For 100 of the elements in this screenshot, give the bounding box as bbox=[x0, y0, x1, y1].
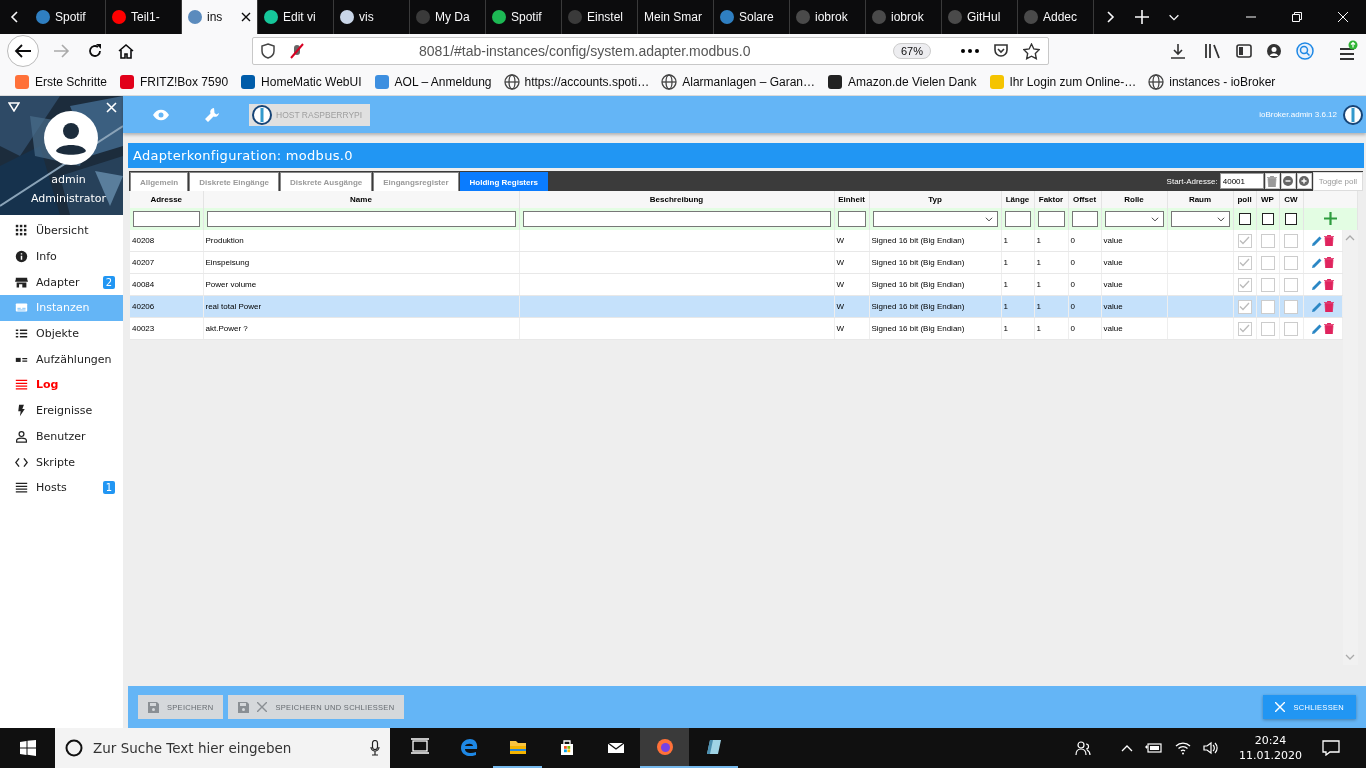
home-icon[interactable] bbox=[118, 43, 134, 59]
chevron-left-icon[interactable] bbox=[9, 10, 21, 24]
filter-dropdown[interactable] bbox=[872, 211, 998, 227]
windows-icon[interactable] bbox=[19, 740, 36, 756]
bookmark-link[interactable]: Alarmanlagen – Garan… bbox=[661, 73, 815, 90]
checkbox[interactable] bbox=[1284, 255, 1298, 270]
filter-field[interactable] bbox=[1037, 211, 1065, 227]
zoom-badge[interactable]: 67% bbox=[892, 43, 931, 59]
nav-item[interactable]: Objekte bbox=[0, 320, 123, 347]
checkbox[interactable] bbox=[1260, 277, 1275, 292]
delete-button[interactable] bbox=[1322, 301, 1335, 312]
download-icon[interactable] bbox=[1170, 43, 1186, 59]
microphone-icon[interactable] bbox=[370, 740, 380, 756]
checkbox[interactable] bbox=[1237, 255, 1252, 270]
plus-icon[interactable] bbox=[1135, 10, 1149, 24]
menu-icon[interactable] bbox=[1338, 40, 1358, 62]
blocked-icon[interactable] bbox=[289, 43, 305, 59]
table-row[interactable]: 40023 akt.Power ? W Signed 16 bit (Big Endian) 1 1 0 value bbox=[130, 317, 1342, 340]
bookmark-link[interactable]: https://accounts.spoti… bbox=[503, 73, 650, 90]
edit-button[interactable] bbox=[1310, 257, 1323, 268]
nav-item[interactable]: Ereignisse bbox=[0, 397, 123, 424]
checkbox[interactable] bbox=[1260, 233, 1275, 248]
people-icon[interactable] bbox=[1075, 740, 1091, 756]
delete-button[interactable] bbox=[1322, 279, 1335, 290]
account-icon[interactable] bbox=[1266, 43, 1282, 59]
nav-item[interactable]: Skripte bbox=[0, 449, 123, 475]
nav-item[interactable]: Aufzählungen bbox=[0, 346, 123, 373]
filter-dropdown[interactable] bbox=[1104, 211, 1164, 227]
checkbox[interactable] bbox=[1260, 299, 1275, 314]
reload-icon[interactable] bbox=[87, 43, 103, 59]
edit-button[interactable] bbox=[1310, 323, 1323, 334]
library-icon[interactable] bbox=[1204, 43, 1222, 59]
close-icon[interactable] bbox=[241, 12, 251, 22]
checkbox[interactable] bbox=[1284, 321, 1298, 336]
clear-button[interactable] bbox=[1264, 173, 1280, 189]
filter-field[interactable] bbox=[206, 211, 516, 227]
minus-button[interactable] bbox=[1280, 173, 1296, 189]
battery-icon[interactable] bbox=[1145, 742, 1163, 754]
bookmark-link[interactable]: Ihr Login zum Online-… bbox=[988, 73, 1137, 90]
delete-button[interactable] bbox=[1322, 323, 1335, 334]
filter-field[interactable] bbox=[133, 211, 200, 227]
bookmark-link[interactable]: AOL – Anmeldung bbox=[373, 73, 492, 90]
filter-field[interactable] bbox=[837, 211, 866, 227]
filter-checkbox[interactable] bbox=[1238, 213, 1251, 225]
bookmark-link[interactable]: Erste Schritte bbox=[14, 73, 108, 90]
plus-button[interactable] bbox=[1296, 173, 1312, 189]
checkbox[interactable] bbox=[1284, 233, 1298, 248]
search-box[interactable]: Zur Suche Text hier eingeben bbox=[55, 728, 390, 768]
checkbox[interactable] bbox=[1237, 321, 1252, 336]
filter-field[interactable] bbox=[1004, 211, 1031, 227]
delete-button[interactable] bbox=[1322, 257, 1335, 268]
table-row[interactable]: 40207 Einspeisung W Signed 16 bit (Big Endian) 1 1 0 value bbox=[130, 251, 1342, 274]
nav-item[interactable]: Hosts 1 bbox=[0, 474, 123, 501]
sidebar-icon[interactable] bbox=[1236, 43, 1252, 59]
chevron-right-icon[interactable] bbox=[1104, 10, 1116, 24]
filter-dropdown[interactable] bbox=[1170, 211, 1230, 227]
search-field[interactable]: Zur Suche Text hier eingeben bbox=[91, 739, 362, 757]
triangle-icon[interactable] bbox=[8, 102, 20, 112]
bookmark-link[interactable]: Amazon.de Vielen Dank bbox=[827, 73, 977, 90]
filter-checkbox[interactable] bbox=[1285, 213, 1297, 225]
filter-field[interactable] bbox=[522, 211, 831, 227]
table-row[interactable]: 40084 Power volume W Signed 16 bit (Big Endian) 1 1 0 value bbox=[130, 273, 1342, 296]
checkbox[interactable] bbox=[1237, 299, 1252, 314]
restore-icon[interactable] bbox=[1292, 12, 1302, 22]
nav-item[interactable]: Übersicht bbox=[0, 218, 123, 244]
browser-tab[interactable]: ins bbox=[182, 0, 258, 34]
pocket-icon[interactable] bbox=[993, 43, 1009, 59]
shield-icon[interactable] bbox=[261, 43, 275, 59]
bookmark-link[interactable]: HomeMatic WebUI bbox=[240, 73, 362, 90]
edit-button[interactable] bbox=[1310, 235, 1323, 246]
filter-checkbox[interactable] bbox=[1261, 213, 1274, 225]
tab[interactable]: Holding Registers bbox=[459, 172, 549, 191]
checkbox[interactable] bbox=[1260, 321, 1275, 336]
start-address-field[interactable]: 40001 bbox=[1219, 173, 1264, 189]
wifi-icon[interactable] bbox=[1175, 741, 1191, 755]
checkbox[interactable] bbox=[1237, 233, 1252, 248]
table-row[interactable]: 40208 Produktion W Signed 16 bit (Big Endian) 1 1 0 value bbox=[130, 230, 1342, 252]
edit-button[interactable] bbox=[1310, 301, 1323, 312]
nav-item[interactable]: Log bbox=[0, 372, 123, 398]
clock[interactable]: 20:24 11.01.2020 bbox=[1239, 733, 1302, 763]
notification-icon[interactable] bbox=[1322, 740, 1340, 756]
checkbox[interactable] bbox=[1237, 277, 1252, 292]
nav-item[interactable]: Benutzer bbox=[0, 423, 123, 450]
more-icon[interactable] bbox=[961, 49, 979, 53]
nav-item[interactable]: Info bbox=[0, 243, 123, 270]
star-icon[interactable] bbox=[1023, 42, 1040, 60]
back-icon[interactable] bbox=[6, 34, 40, 68]
delete-button[interactable] bbox=[1322, 235, 1335, 246]
filter-field[interactable] bbox=[1071, 211, 1098, 227]
bookmark-link[interactable]: instances - ioBroker bbox=[1148, 73, 1276, 90]
address-bar[interactable]: 8081/#tab-instances/config/system.adapter.modbus.0 67% bbox=[252, 37, 1049, 65]
bookmark-link[interactable]: FRITZ!Box 7590 bbox=[119, 73, 229, 90]
edit-button[interactable] bbox=[1310, 279, 1323, 290]
add-button[interactable] bbox=[1323, 211, 1337, 225]
table-row[interactable]: 40206 real total Power W Signed 16 bit (Big Endian) 1 1 0 value bbox=[130, 295, 1342, 318]
extension-icon[interactable] bbox=[1296, 42, 1314, 60]
nav-item[interactable]: Adapter 2 bbox=[0, 269, 123, 296]
checkbox[interactable] bbox=[1284, 299, 1298, 314]
checkbox[interactable] bbox=[1260, 255, 1275, 270]
checkbox[interactable] bbox=[1284, 277, 1298, 292]
